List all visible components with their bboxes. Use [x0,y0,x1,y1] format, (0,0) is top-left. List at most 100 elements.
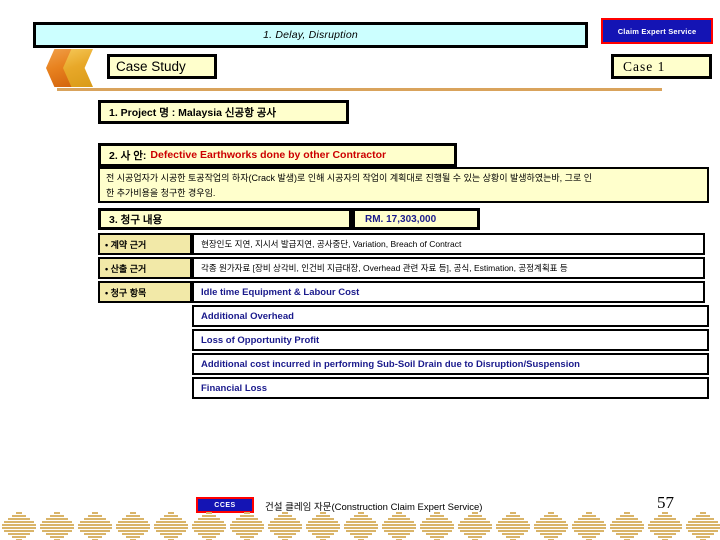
decoration-bar [506,536,520,538]
decoration-bar [534,524,568,526]
decoration-bar [156,530,186,532]
decoration-hexagon-icon [38,512,76,540]
decoration-bar [688,530,718,532]
decoration-bar [420,527,454,529]
decoration-bar [50,536,64,538]
decoration-bar [544,536,558,538]
description-line-2: 한 추가비용을 청구한 경우임. [106,188,216,198]
decoration-bar [270,521,300,523]
table-row-value: 현장인도 지연, 지시서 발급지연, 공사중단, Variation, Brea… [192,233,705,255]
bottom-decoration-band [0,512,720,540]
decoration-bar [198,518,220,520]
decoration-bar [434,512,440,514]
decoration-bar [316,536,330,538]
decoration-hexagon-icon [304,512,342,540]
decoration-bar [126,536,140,538]
decoration-bar [610,527,644,529]
decoration-bar [274,533,296,535]
decoration-bar [388,518,410,520]
decoration-bar [344,524,378,526]
decoration-bar [230,524,264,526]
decoration-bar [346,521,376,523]
decoration-bar [658,536,672,538]
decoration-bar [198,533,220,535]
case-number-box: Case 1 [611,54,712,79]
decoration-hexagon-icon [190,512,228,540]
decoration-bar [268,527,302,529]
decoration-bar [80,521,110,523]
hexagon-logo-icon [46,48,98,88]
decoration-bar [344,527,378,529]
decoration-bar [168,512,174,514]
decoration-bar [498,521,528,523]
decoration-bar [578,518,600,520]
case-number-label: Case 1 [623,58,666,74]
decoration-bar [354,515,368,517]
decoration-bar [572,524,606,526]
decoration-hexagon-icon [152,512,190,540]
decoration-bar [8,533,30,535]
decoration-bar [468,515,482,517]
list-item: Loss of Opportunity Profit [192,329,709,351]
decoration-bar [458,524,492,526]
decoration-bar [206,512,212,514]
claim-expert-service-badge[interactable]: Claim Expert Service [601,18,713,44]
description-line-1: 전 시공업자가 시공한 토공작업의 하자(Crack 발생)로 인해 시공자의 … [106,173,593,183]
decoration-bar [472,512,478,514]
decoration-bar [12,515,26,517]
top-banner: 1. Delay, Disruption [33,22,588,48]
decoration-bar [574,530,604,532]
decoration-hexagon-icon [532,512,570,540]
decoration-bar [92,512,98,514]
decoration-bar [164,515,178,517]
decoration-bar [458,527,492,529]
decoration-bar [84,518,106,520]
decoration-bar [122,533,144,535]
decoration-bar [240,536,254,538]
decoration-bar [498,530,528,532]
decoration-bar [612,530,642,532]
decoration-hexagon-icon [76,512,114,540]
decoration-bar [156,521,186,523]
table-row-value: 각종 원가자료 [장비 상각비, 인건비 지급대장, Overhead 관련 자… [192,257,705,279]
issue-label: 2. 사 안: [109,149,147,162]
decoration-bar [506,515,520,517]
decoration-bar [540,533,562,535]
decoration-bar [422,530,452,532]
decoration-bar [586,512,592,514]
decoration-bar [422,521,452,523]
decoration-bar [78,524,112,526]
decoration-bar [502,518,524,520]
decoration-bar [536,530,566,532]
decoration-bar [116,527,150,529]
decoration-bar [202,536,216,538]
decoration-bar [382,524,416,526]
decoration-bar [312,518,334,520]
decoration-bar [88,515,102,517]
footer-caption: 건설 클레임 자문(Construction Claim Expert Serv… [265,502,483,513]
decoration-bar [388,533,410,535]
decoration-bar [650,530,680,532]
decoration-bar [122,518,144,520]
decoration-bar [320,512,326,514]
decoration-hexagon-icon [418,512,456,540]
decoration-hexagon-icon [570,512,608,540]
decoration-bar [16,512,22,514]
decoration-bar [78,527,112,529]
cces-footer-badge[interactable]: CCES [196,497,254,513]
decoration-bar [692,518,714,520]
decoration-bar [430,515,444,517]
decoration-bar [648,524,682,526]
top-banner-title: 1. Delay, Disruption [263,29,358,41]
claim-amount-value: RM. 17,303,000 [365,213,437,225]
decoration-bar [662,512,668,514]
decoration-bar [354,536,368,538]
decoration-bar [164,536,178,538]
decoration-bar [12,536,26,538]
decoration-bar [430,536,444,538]
decoration-bar [700,512,706,514]
decoration-bar [578,533,600,535]
decoration-bar [192,524,226,526]
project-name-box: 1. Project 명 : Malaysia 신공항 공사 [98,100,349,124]
decoration-hexagon-icon [646,512,684,540]
